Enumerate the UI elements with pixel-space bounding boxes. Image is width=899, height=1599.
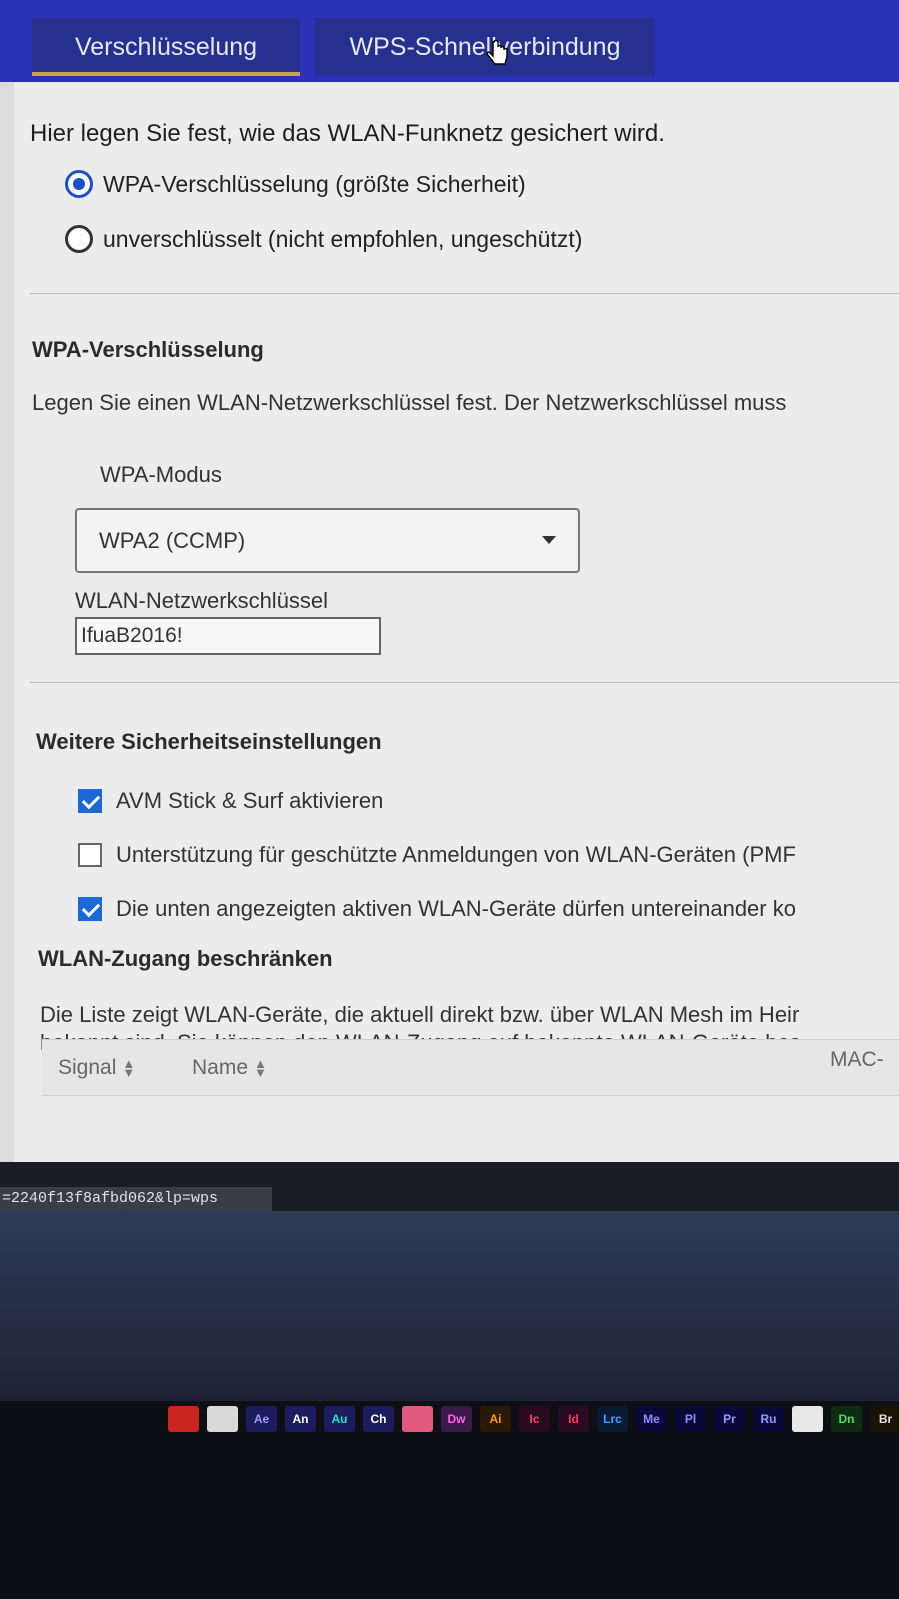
rush-icon[interactable]: Ru (753, 1406, 784, 1432)
dreamweaver-icon[interactable]: Dw (441, 1406, 472, 1432)
column-mac[interactable]: MAC- (830, 1048, 884, 1072)
character-animator-icon[interactable]: Ch (363, 1406, 394, 1432)
media-encoder-icon[interactable]: Me (636, 1406, 667, 1432)
access-description-line1: Die Liste zeigt WLAN-Geräte, die aktuell… (40, 1002, 800, 1027)
acrobat-icon[interactable] (168, 1406, 199, 1432)
chevron-down-icon (542, 536, 556, 544)
column-name-label: Name (192, 1056, 249, 1079)
security-intro: Hier legen Sie fest, wie das WLAN-Funkne… (30, 120, 665, 147)
document-icon[interactable] (792, 1406, 823, 1432)
checkbox-row-stick-surf[interactable]: AVM Stick & Surf aktivieren (78, 788, 383, 814)
desktop-wallpaper (0, 1211, 899, 1401)
checkbox-label: Unterstützung für geschützte Anmeldungen… (116, 842, 796, 867)
divider (30, 293, 899, 294)
app-dock: Ae An Au Ch Dw Ai Ic Id Lrc Me Pl Pr Ru Dn Br (168, 1401, 899, 1437)
illustrator-icon[interactable]: Ai (480, 1406, 511, 1432)
column-signal[interactable]: Signal ▲ ▼ (58, 1056, 135, 1080)
checkbox-label: Die unten angezeigten aktiven WLAN-Gerät… (116, 896, 796, 921)
wpa-heading: WPA-Verschlüsselung (32, 337, 264, 362)
wpa-mode-select[interactable]: WPA2 (CCMP) (75, 508, 580, 573)
radio-button[interactable] (65, 225, 93, 253)
column-name[interactable]: Name ▲ ▼ (192, 1056, 267, 1080)
wpa-description: Legen Sie einen WLAN-Netzwerkschlüssel f… (32, 390, 787, 415)
bridge-icon[interactable]: Br (870, 1406, 899, 1432)
divider (30, 682, 899, 683)
column-mac-label: MAC- (830, 1048, 884, 1071)
lightroom-classic-icon[interactable]: Lrc (597, 1406, 628, 1432)
dimension-icon[interactable]: Dn (831, 1406, 862, 1432)
further-security-heading: Weitere Sicherheitseinstellungen (36, 729, 382, 754)
radio-button-selected[interactable] (65, 170, 93, 198)
radio-unencrypted[interactable]: unverschlüsselt (nicht empfohlen, ungesc… (65, 225, 582, 253)
checkbox-unchecked[interactable] (78, 843, 102, 867)
status-url: =2240f13f8afbd062&lp=wps (0, 1187, 272, 1211)
checkbox-checked[interactable] (78, 897, 102, 921)
after-effects-icon[interactable]: Ae (246, 1406, 277, 1432)
radio-wpa-label: WPA-Verschlüsselung (größte Sicherheit) (103, 170, 526, 197)
checkbox-row-devices-communicate[interactable]: Die unten angezeigten aktiven WLAN-Gerät… (78, 896, 796, 922)
audition-icon[interactable]: Au (324, 1406, 355, 1432)
animate-icon[interactable]: An (285, 1406, 316, 1432)
creative-cloud-icon[interactable] (402, 1406, 433, 1432)
checkbox-checked[interactable] (78, 789, 102, 813)
radio-unencrypted-label: unverschlüsselt (nicht empfohlen, ungesc… (103, 225, 583, 252)
tab-verschluesselung[interactable]: Verschlüsselung (32, 18, 300, 76)
wpa-mode-label: WPA-Modus (100, 462, 222, 487)
wpa-mode-value: WPA2 (CCMP) (99, 527, 246, 553)
checkbox-row-pmf[interactable]: Unterstützung für geschützte Anmeldungen… (78, 842, 796, 868)
column-signal-label: Signal (58, 1056, 117, 1079)
radio-wpa[interactable]: WPA-Verschlüsselung (größte Sicherheit) (65, 170, 526, 198)
prelude-icon[interactable]: Pl (675, 1406, 706, 1432)
network-key-label: WLAN-Netzwerkschlüssel (75, 588, 329, 613)
checkbox-label: AVM Stick & Surf aktivieren (116, 788, 384, 813)
network-key-input[interactable] (75, 617, 381, 655)
hand-cursor-icon (486, 40, 508, 65)
device-table-header: Signal ▲ ▼ Name ▲ ▼ MAC- (42, 1039, 899, 1096)
sort-icon: ▲ ▼ (122, 1056, 136, 1080)
restrict-access-heading: WLAN-Zugang beschränken (38, 946, 333, 971)
premiere-icon[interactable]: Pr (714, 1406, 745, 1432)
incopy-icon[interactable]: Ic (519, 1406, 550, 1432)
tab-bar: Verschlüsselung WPS-Schnellverbindung (0, 0, 899, 82)
sort-icon: ▲ ▼ (254, 1056, 267, 1080)
indesign-icon[interactable]: Id (558, 1406, 589, 1432)
acrobat-reader-icon[interactable] (207, 1406, 238, 1432)
